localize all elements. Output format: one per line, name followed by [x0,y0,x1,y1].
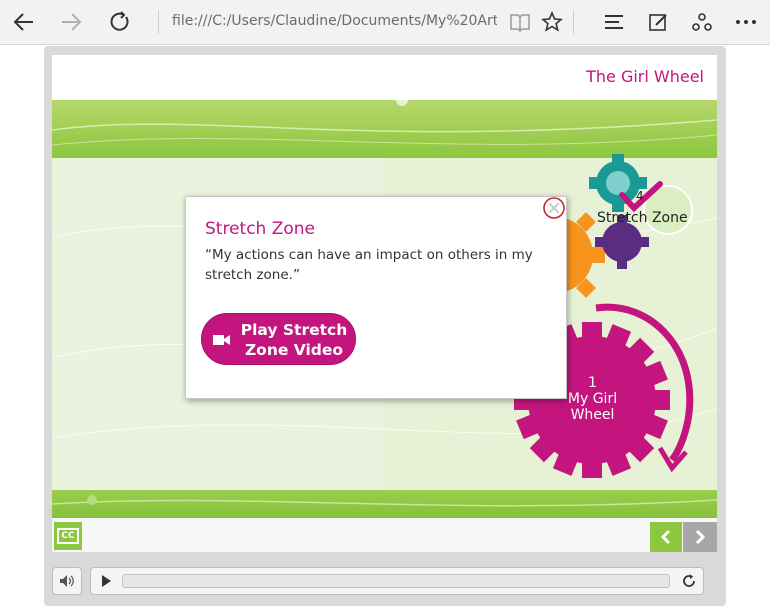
volume-button[interactable] [52,567,82,595]
playback-controls [52,564,717,598]
play-button-line2: Zone Video [244,341,344,359]
chevron-left-icon [660,529,671,545]
toolbar-divider [158,10,159,34]
play-icon[interactable] [99,574,113,588]
favorite-star-icon[interactable] [538,8,566,36]
header-band [52,100,717,158]
back-icon[interactable] [10,8,38,36]
reading-view-icon[interactable] [506,8,534,36]
more-icon[interactable] [732,8,760,36]
closed-captions-button[interactable]: CC [54,522,82,550]
caption-bar: CC [52,518,717,552]
share-icon[interactable] [688,8,716,36]
address-bar[interactable]: file:///C:/Users/Claudine/Documents/My%2… [172,13,497,29]
speaker-icon [60,575,74,587]
video-camera-icon [213,335,230,345]
play-button-line1: Play Stretch [240,321,348,339]
cc-icon: CC [57,528,79,544]
replay-icon[interactable] [681,573,697,589]
next-slide-button[interactable] [683,522,717,552]
previous-slide-button[interactable] [650,522,682,552]
web-note-icon[interactable] [644,8,672,36]
seekbar-container [90,567,704,595]
popup-title: Stretch Zone [205,219,316,239]
chevron-right-icon [695,529,706,545]
close-icon[interactable] [543,197,565,219]
footer-band [52,490,717,518]
stretch-zone-label[interactable]: Stretch Zone [597,210,688,226]
gear-1-line2: Wheel [570,407,615,423]
gear-4-number: 4 [636,189,644,203]
popup-body: “My actions can have an impact on others… [205,247,533,283]
forward-icon[interactable] [57,8,85,36]
play-button-label: Play Stretch Zone Video [236,320,352,360]
seek-track[interactable] [122,574,670,588]
toolbar-divider [573,10,574,34]
slide-title: The Girl Wheel [586,67,704,86]
play-stretch-zone-video-button[interactable]: Play Stretch Zone Video [201,313,356,365]
browser-toolbar: file:///C:/Users/Claudine/Documents/My%2… [0,0,770,45]
hub-icon[interactable] [600,8,628,36]
refresh-icon[interactable] [106,8,134,36]
stretch-zone-popup: Stretch Zone “My actions can have an imp… [185,196,567,399]
